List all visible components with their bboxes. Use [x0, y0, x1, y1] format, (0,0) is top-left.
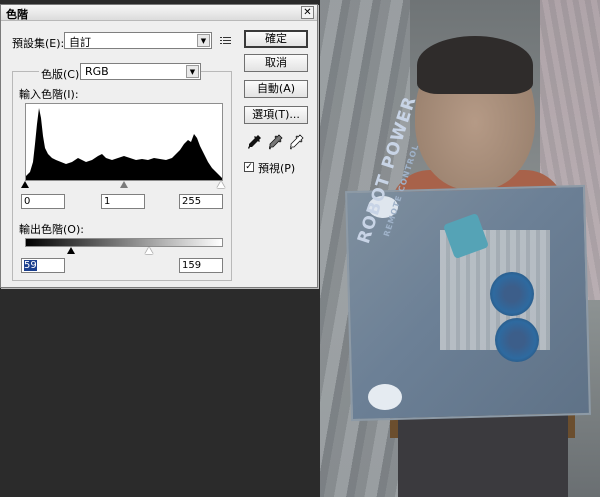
black-eyedropper-icon[interactable]: [248, 134, 262, 150]
input-levels-label: 輸入色階(I):: [19, 88, 79, 101]
output-black-handle[interactable]: [67, 247, 75, 254]
preview-checkbox[interactable]: ✓: [244, 162, 254, 172]
robot-wheel: [490, 272, 534, 316]
close-button[interactable]: ✕: [301, 6, 314, 19]
chevron-down-icon: ▼: [186, 65, 199, 78]
preset-value: 自訂: [69, 36, 91, 49]
auto-button[interactable]: 自動(A): [244, 80, 308, 98]
gray-eyedropper-icon[interactable]: [268, 134, 283, 150]
output-slider[interactable]: [21, 247, 227, 255]
input-black-field[interactable]: 0: [21, 194, 65, 209]
output-black-field[interactable]: 59: [21, 258, 65, 273]
preset-select[interactable]: 自訂 ▼: [64, 32, 212, 49]
cancel-button[interactable]: 取消: [244, 54, 308, 72]
child-hair: [417, 36, 533, 94]
output-levels-label: 輸出色階(O):: [19, 223, 84, 236]
channel-value: RGB: [85, 65, 109, 78]
input-white-handle[interactable]: [217, 181, 225, 188]
legs: [398, 415, 568, 497]
preset-menu-icon[interactable]: [220, 35, 232, 47]
ok-button[interactable]: 確定: [244, 30, 308, 48]
box-logo-bottom: [368, 384, 402, 410]
output-white-field[interactable]: 159: [179, 258, 223, 273]
white-eyedropper-icon[interactable]: [289, 134, 304, 150]
dialog-title: 色階: [6, 8, 28, 21]
channel-select[interactable]: RGB ▼: [80, 63, 201, 80]
chevron-down-icon: ▼: [197, 34, 210, 47]
histogram: [25, 103, 223, 181]
input-gray-handle[interactable]: [120, 181, 128, 188]
histogram-graph: [26, 108, 222, 180]
levels-dialog: 色階 ✕ 預設集(E): 自訂 ▼ 色版(C): RGB ▼ 輸入色階(I): …: [0, 4, 318, 288]
input-slider[interactable]: [21, 181, 227, 189]
preview-label[interactable]: 預視(P): [258, 160, 295, 176]
input-black-handle[interactable]: [21, 181, 29, 188]
options-button[interactable]: 選項(T)...: [244, 106, 308, 124]
channel-label: 色版(C):: [39, 66, 85, 82]
robot-wheel: [495, 318, 539, 362]
output-gradient: [25, 238, 223, 247]
photo-canvas: ROBOT POWER REMOTE CONTROL: [320, 0, 600, 497]
output-white-handle[interactable]: [145, 247, 153, 254]
input-white-field[interactable]: 255: [179, 194, 223, 209]
input-gamma-field[interactable]: 1: [101, 194, 145, 209]
dialog-titlebar[interactable]: 色階 ✕: [1, 5, 317, 21]
preset-label: 預設集(E):: [12, 37, 65, 50]
